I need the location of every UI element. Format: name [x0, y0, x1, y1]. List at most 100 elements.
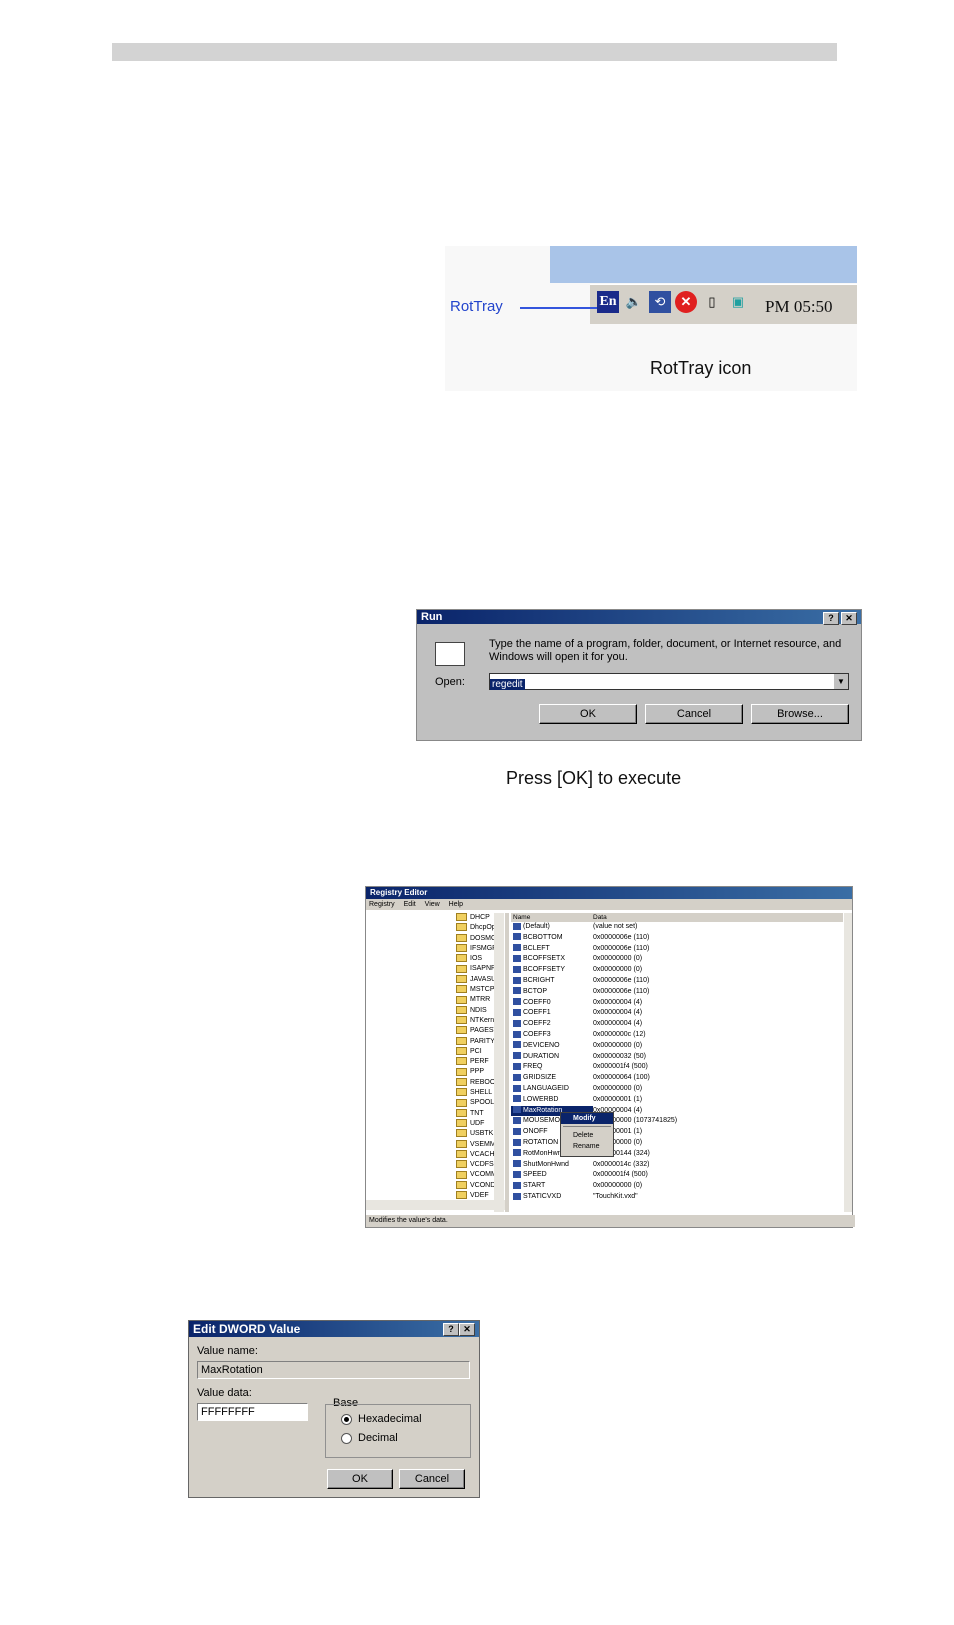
value-name-text: (Default) [523, 923, 550, 930]
cancel-button[interactable]: Cancel [399, 1469, 465, 1489]
tree-item[interactable]: SHELL [366, 1088, 505, 1098]
table-row[interactable]: GRIDSIZE 0x00000064 (100) [511, 1073, 843, 1084]
tree-item[interactable]: NDIS [366, 1005, 505, 1016]
column-name[interactable]: Name [511, 913, 593, 922]
registry-tree[interactable]: DHCP DhcpOpt DOSMGR IFSMGR IOS ISAPNP JAVASU MS… [366, 913, 509, 1212]
table-row[interactable]: BCBOTTOM 0x0000006e (110) [511, 933, 843, 944]
tree-item[interactable]: USBTKI [366, 1129, 505, 1139]
tree-item[interactable]: SPOOLE [366, 1098, 505, 1108]
table-row[interactable]: COEFF2 0x00000004 (4) [511, 1019, 843, 1030]
table-row[interactable]: ShutMonHwnd 0x0000014c (332) [511, 1160, 843, 1171]
open-combobox[interactable]: regedit ▼ [489, 673, 849, 690]
tree-item[interactable]: VSEMMG [366, 1139, 505, 1150]
table-row[interactable]: DEVICENO 0x00000000 (0) [511, 1041, 843, 1052]
table-row[interactable]: SPEED 0x000001f4 (500) [511, 1170, 843, 1181]
table-row[interactable]: (Default) (value not set) [511, 922, 843, 933]
table-row[interactable]: BCRIGHT 0x0000006e (110) [511, 976, 843, 987]
tree-item[interactable]: VCACHE [366, 1149, 505, 1160]
value-name-text: GRIDSIZE [523, 1074, 557, 1082]
tree-item[interactable]: VCOMM [366, 1170, 505, 1180]
value-name-text: BCOFFSETX [523, 955, 566, 963]
tree-item[interactable]: PCI [366, 1047, 505, 1057]
table-row[interactable]: STATICVXD "TouchKit.vxd" [511, 1192, 843, 1203]
dword-value-icon [513, 1095, 521, 1103]
menu-registry[interactable]: Registry [369, 901, 395, 908]
tree-item[interactable]: PERF [366, 1057, 505, 1067]
monitor-icon[interactable]: ▣ [727, 291, 749, 313]
table-row[interactable]: START 0x00000000 (0) [511, 1181, 843, 1192]
help-button[interactable]: ? [823, 612, 839, 625]
column-data[interactable]: Data [593, 913, 607, 922]
tree-item[interactable]: NTKern [366, 1016, 505, 1026]
menu-item-delete[interactable]: Delete [561, 1130, 613, 1141]
tree-item-label: IOS [470, 955, 483, 963]
tree-item[interactable]: UDF [366, 1119, 505, 1129]
value-data-input[interactable]: FFFFFFFF [197, 1403, 308, 1421]
close-button[interactable]: ✕ [841, 612, 857, 625]
close-circle-icon[interactable]: ✕ [675, 291, 697, 313]
language-en-icon[interactable]: En [597, 291, 619, 313]
table-row[interactable]: DURATION 0x00000032 (50) [511, 1052, 843, 1063]
hexadecimal-radio[interactable]: Hexadecimal [341, 1413, 422, 1425]
table-row[interactable]: BCLEFT 0x0000006e (110) [511, 944, 843, 955]
tree-item[interactable]: PAGESW [366, 1026, 505, 1036]
menu-view[interactable]: View [425, 901, 440, 908]
ok-button[interactable]: OK [539, 704, 637, 724]
tree-item[interactable]: PARITY [366, 1036, 505, 1047]
tree-item[interactable]: MTRR [366, 995, 505, 1005]
decimal-radio[interactable]: Decimal [341, 1432, 398, 1444]
values-scrollbar[interactable] [844, 913, 852, 1212]
cancel-button[interactable]: Cancel [645, 704, 743, 724]
tree-scrollbar[interactable] [494, 913, 504, 1212]
table-row[interactable]: BCOFFSETY 0x00000000 (0) [511, 965, 843, 976]
speaker-icon[interactable]: 🔈 [623, 291, 645, 313]
table-row[interactable]: COEFF1 0x00000004 (4) [511, 1008, 843, 1019]
value-name-text: BCLEFT [523, 944, 550, 952]
tree-item-label: VCOND [470, 1181, 496, 1189]
tree-item[interactable]: DOSMGR [366, 933, 505, 944]
chevron-down-icon[interactable]: ▼ [834, 674, 848, 689]
menu-help[interactable]: Help [449, 901, 463, 908]
table-row[interactable]: COEFF0 0x00000004 (4) [511, 998, 843, 1009]
value-name-cell: BCBOTTOM [511, 933, 593, 944]
menu-item-modify[interactable]: Modify [561, 1113, 613, 1124]
tree-item[interactable]: TNT [366, 1108, 505, 1119]
close-button[interactable]: ✕ [459, 1323, 475, 1336]
help-button[interactable]: ? [443, 1323, 459, 1336]
dword-value-icon [513, 1041, 521, 1049]
tree-item[interactable]: DHCP [366, 913, 505, 923]
ok-button[interactable]: OK [327, 1469, 393, 1489]
folder-icon [456, 985, 467, 994]
value-data-cell: 0x00000000 (0) [593, 1138, 643, 1146]
menu-edit[interactable]: Edit [404, 901, 416, 908]
value-name-text: COEFF3 [523, 1030, 551, 1038]
mouse-icon[interactable]: ▯ [701, 291, 723, 313]
tree-item-label: USBTKI [470, 1130, 496, 1138]
table-row[interactable]: LOWERBD 0x00000001 (1) [511, 1095, 843, 1106]
menu-separator [563, 1126, 611, 1128]
dword-value-icon [513, 1052, 521, 1060]
tree-hscrollbar[interactable] [366, 1200, 505, 1210]
table-row[interactable]: BCOFFSETX 0x00000000 (0) [511, 954, 843, 965]
browse-button[interactable]: Browse... [751, 704, 849, 724]
rottray-icon[interactable]: ⟲ [649, 291, 671, 313]
tree-item[interactable]: PPP [366, 1067, 505, 1077]
tree-item[interactable]: IFSMGR [366, 944, 505, 954]
table-row[interactable]: COEFF3 0x0000000c (12) [511, 1030, 843, 1041]
value-name-cell: COEFF2 [511, 1019, 593, 1030]
tree-item[interactable]: MSTCP [366, 985, 505, 995]
tree-item[interactable]: DhcpOpt [366, 923, 505, 933]
tree-item[interactable]: VCDFSD [366, 1160, 505, 1170]
tree-item-label: JAVASU [470, 975, 497, 983]
table-row[interactable]: FREQ 0x000001f4 (500) [511, 1062, 843, 1073]
tree-item[interactable]: VCOND [366, 1180, 505, 1191]
tree-item-label: PERF [470, 1058, 489, 1066]
table-row[interactable]: LANGUAGEID 0x00000000 (0) [511, 1084, 843, 1095]
tree-item[interactable]: JAVASU [366, 974, 505, 985]
tree-item[interactable]: REBOOT [366, 1077, 505, 1088]
tree-item[interactable]: ISAPNP [366, 964, 505, 974]
table-row[interactable]: BCTOP 0x0000006e (110) [511, 987, 843, 998]
tree-item[interactable]: IOS [366, 954, 505, 964]
menu-item-rename[interactable]: Rename [561, 1141, 613, 1152]
decimal-label: Decimal [358, 1432, 398, 1444]
